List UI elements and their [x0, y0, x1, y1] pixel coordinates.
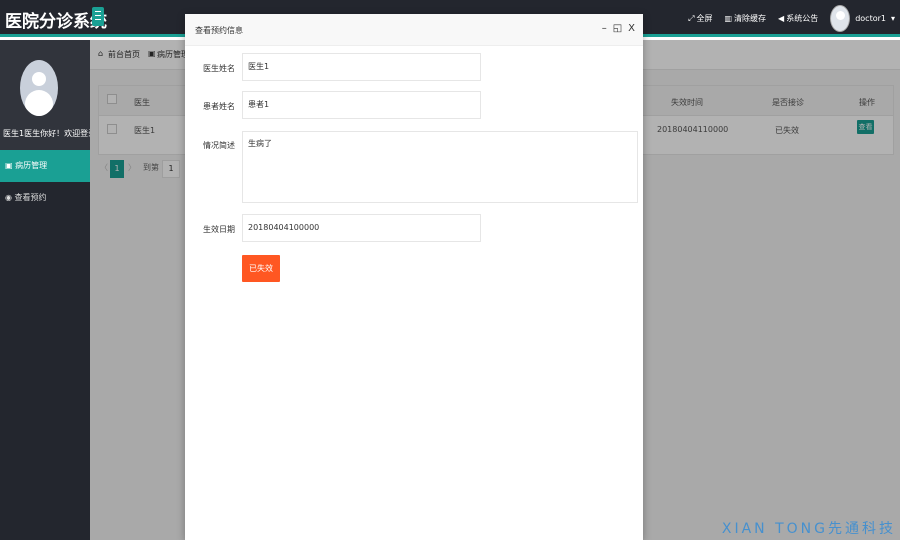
description-label: 情况简述: [203, 141, 235, 150]
user-name[interactable]: doctor1: [855, 14, 886, 23]
effective-date-label: 生效日期: [203, 225, 235, 234]
welcome-text: 医生1医生你好！欢迎登录: [3, 129, 97, 138]
sidebar: 医生1医生你好！欢迎登录 ▣ 病历管理 ◉ 查看预约: [0, 40, 96, 540]
fullscreen-label: 全屏: [696, 14, 713, 23]
appointment-modal: 查看预约信息 – ◱ X 医生姓名 医生1 患者姓名 患者1 情况简述 生病了 …: [185, 14, 643, 540]
announcement-button[interactable]: ◀ 系统公告: [778, 13, 818, 24]
description-field[interactable]: 生病了: [242, 131, 638, 203]
clear-cache-button[interactable]: ▥ 清除缓存: [724, 13, 766, 24]
close-icon[interactable]: X: [628, 23, 635, 34]
header-right: ⤢ 全屏 ▥ 清除缓存 ◀ 系统公告 doctor1 ▾: [688, 0, 900, 37]
profile-avatar: [20, 60, 58, 116]
patient-name-field[interactable]: 患者1: [242, 91, 481, 119]
expand-icon: ⤢: [688, 13, 695, 23]
minimize-icon[interactable]: –: [602, 23, 607, 34]
announcement-label: 系统公告: [786, 14, 819, 23]
sidebar-item-appointments[interactable]: ◉ 查看预约: [0, 182, 90, 214]
doctor-name-label: 医生姓名: [203, 64, 235, 73]
patient-name-label: 患者姓名: [203, 102, 235, 111]
window-controls: – ◱ X: [602, 23, 635, 34]
trash-icon: ▥: [724, 14, 733, 23]
modal-title: 查看预约信息: [195, 26, 243, 35]
watermark: XIAN TONG先通科技: [721, 521, 896, 537]
menu-toggle-icon[interactable]: [92, 7, 104, 26]
document-icon: ▣: [5, 161, 13, 170]
sidebar-item-label: 病历管理: [15, 161, 48, 170]
doctor-name-field[interactable]: 医生1: [242, 53, 481, 81]
user-avatar[interactable]: [830, 5, 851, 32]
fullscreen-button[interactable]: ⤢ 全屏: [688, 13, 712, 24]
sidebar-item-label: 查看预约: [14, 193, 47, 202]
megaphone-icon: ◀: [778, 14, 785, 23]
expired-status-button[interactable]: 已失效: [242, 255, 280, 282]
sidebar-item-records[interactable]: ▣ 病历管理: [0, 150, 90, 182]
effective-date-field[interactable]: 20180404100000: [242, 214, 481, 242]
circle-icon: ◉: [5, 193, 12, 202]
clear-cache-label: 清除缓存: [734, 14, 767, 23]
modal-title-bar[interactable]: 查看预约信息 – ◱ X: [185, 14, 643, 46]
chevron-down-icon[interactable]: ▾: [891, 14, 895, 23]
maximize-icon[interactable]: ◱: [613, 23, 622, 34]
sidebar-profile: 医生1医生你好！欢迎登录: [0, 40, 96, 150]
